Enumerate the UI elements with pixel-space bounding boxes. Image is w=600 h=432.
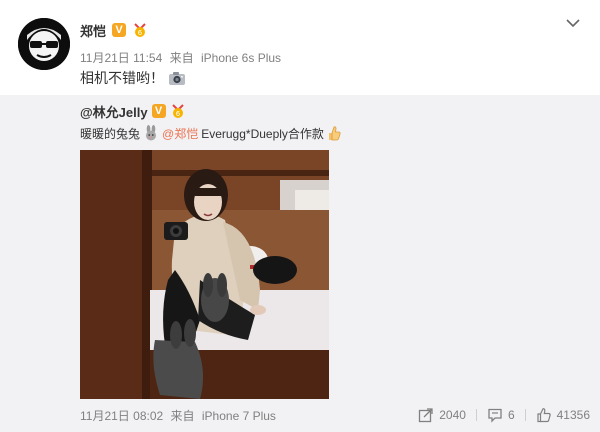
repost-text: 暖暖的兔兔 @郑恺 Everugg*Dueply合作款	[80, 123, 341, 143]
author-name[interactable]: 郑恺	[80, 21, 106, 40]
post-meta: 11月21日 11:54 来自 iPhone 6s Plus	[80, 49, 281, 66]
repost-device[interactable]: iPhone 7 Plus	[202, 409, 276, 423]
repost-text-suffix: Everugg*Dueply合作款	[201, 126, 324, 141]
share-button[interactable]: 2040	[418, 405, 466, 425]
post-text: 相机不错哟！	[80, 68, 186, 88]
post-timestamp[interactable]: 11月21日 11:54	[80, 51, 162, 65]
repost-timestamp[interactable]: 11月21日 08:02	[80, 409, 163, 423]
vip-medal-icon[interactable]: 6	[170, 103, 186, 119]
thumbs-up-icon	[328, 126, 341, 141]
share-icon	[419, 408, 433, 423]
bunny-icon	[146, 125, 157, 141]
divider	[524, 409, 526, 421]
repost-footer: 11月21日 08:02 来自 iPhone 7 Plus 2040 6 413…	[0, 404, 600, 426]
comment-icon	[488, 408, 502, 423]
verified-icon[interactable]: V	[112, 23, 127, 37]
comment-count: 6	[507, 408, 515, 422]
repost-card[interactable]: @林允Jelly V 6 暖暖的兔兔 @郑恺 Everugg*Dueply合作款	[0, 95, 600, 432]
repost-source-prefix: 来自	[170, 409, 195, 423]
weibo-post: 郑恺 V 6 11月21日 11:54 来自 iPhone 6s Plus 相机…	[0, 0, 600, 432]
repost-author-row: @林允Jelly V 6	[80, 101, 186, 121]
divider	[475, 409, 477, 421]
post-source-prefix: 来自	[169, 51, 194, 65]
share-count: 2040	[439, 408, 466, 422]
repost-meta: 11月21日 08:02 来自 iPhone 7 Plus	[80, 407, 276, 424]
svg-text:6: 6	[175, 110, 180, 118]
comment-button[interactable]: 6	[487, 405, 515, 425]
post-text-content: 相机不错哟！	[80, 70, 164, 86]
repost-text-prefix: 暖暖的兔兔	[80, 126, 141, 141]
action-bar: 2040 6 41356	[418, 405, 590, 425]
like-button[interactable]: 41356	[536, 405, 590, 425]
vip-medal-icon[interactable]: 6	[132, 22, 148, 38]
camera-icon	[169, 72, 185, 85]
thumbs-up-icon	[537, 408, 551, 423]
chevron-down-icon[interactable]	[564, 16, 582, 30]
post-photo[interactable]	[80, 150, 329, 399]
like-count: 41356	[556, 408, 590, 422]
author-row: 郑恺 V 6	[80, 20, 148, 40]
avatar[interactable]	[18, 18, 70, 70]
svg-text:6: 6	[138, 29, 143, 37]
mention-link[interactable]: @郑恺	[162, 125, 198, 142]
verified-icon[interactable]: V	[151, 104, 166, 118]
post-device[interactable]: iPhone 6s Plus	[201, 51, 281, 65]
repost-author-name[interactable]: @林允Jelly	[80, 102, 148, 121]
